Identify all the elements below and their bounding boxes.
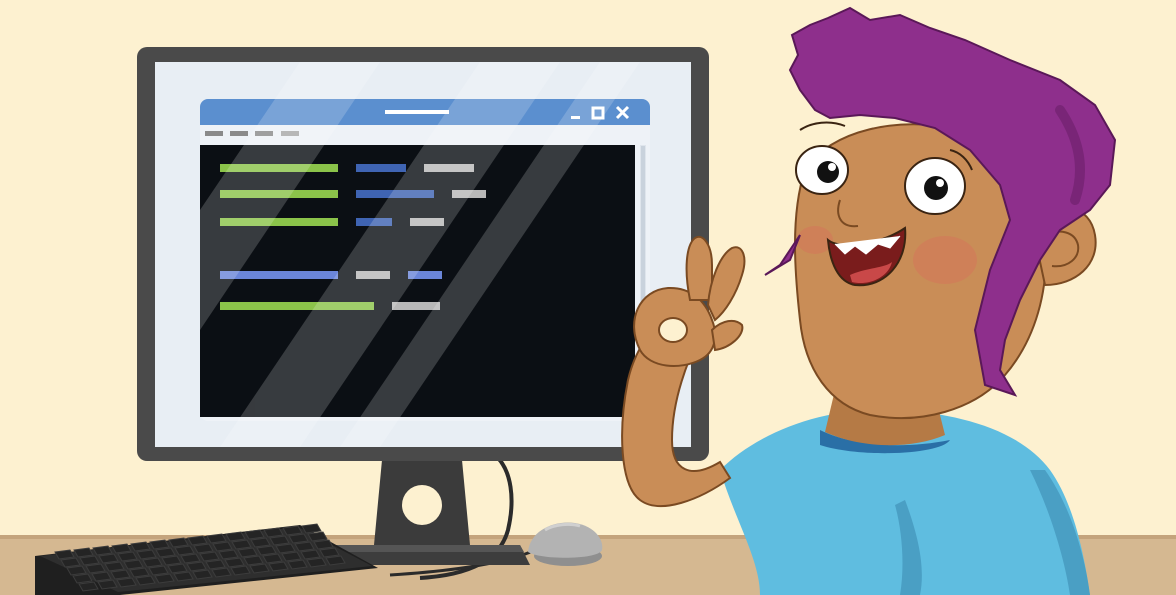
- keyboard-key: [306, 557, 327, 568]
- keyboard-key: [116, 577, 137, 588]
- keyboard-key: [300, 549, 321, 560]
- keyboard-key: [263, 527, 284, 538]
- keyboard-key: [269, 535, 290, 546]
- keyboard-key: [117, 551, 138, 562]
- keyboard-key: [301, 523, 322, 534]
- keyboard-key: [154, 573, 175, 584]
- menu-item[interactable]: [230, 131, 248, 136]
- keyboard-key: [192, 569, 213, 580]
- keyboard-key: [78, 581, 99, 592]
- keyboard-key: [72, 573, 93, 584]
- keyboard-key: [325, 555, 346, 566]
- keyboard-key: [243, 555, 264, 566]
- keyboard-key: [287, 559, 308, 570]
- keyboard-key: [54, 549, 75, 560]
- stand-hole: [402, 485, 442, 525]
- keyboard-key: [205, 559, 226, 570]
- keyboard-key: [199, 551, 220, 562]
- keyboard-key: [313, 539, 334, 550]
- keyboard-key: [110, 569, 131, 580]
- keyboard-key: [142, 557, 163, 568]
- keyboard-key: [319, 547, 340, 558]
- keyboard-key: [73, 547, 94, 558]
- keyboard-key: [167, 563, 188, 574]
- keyboard-key: [186, 561, 207, 572]
- keyboard-key: [231, 539, 252, 550]
- keyboard-key: [180, 553, 201, 564]
- keyboard-key: [66, 565, 87, 576]
- keyboard-key: [224, 557, 245, 568]
- keyboard-key: [155, 547, 176, 558]
- keyboard-key: [230, 565, 251, 576]
- keyboard-key: [282, 525, 303, 536]
- keyboard-key: [161, 555, 182, 566]
- keyboard-key: [275, 543, 296, 554]
- keyboard-key: [111, 543, 132, 554]
- window-title-bar-indicator: [385, 110, 449, 114]
- keyboard-key: [123, 559, 144, 570]
- keyboard-key: [262, 553, 283, 564]
- keyboard-key: [212, 541, 233, 552]
- keyboard-key: [104, 561, 125, 572]
- keyboard-key: [79, 555, 100, 566]
- keyboard-key: [237, 547, 258, 558]
- code-token: [356, 164, 406, 172]
- keyboard-key: [148, 565, 169, 576]
- illustration-canvas: [0, 0, 1176, 595]
- keyboard-key: [85, 563, 106, 574]
- keyboard-key: [97, 579, 118, 590]
- keyboard-key: [211, 567, 232, 578]
- keyboard-key: [307, 531, 328, 542]
- keyboard-key: [268, 561, 289, 572]
- keyboard-key: [168, 537, 189, 548]
- keyboard-key: [250, 537, 271, 548]
- keyboard-key: [136, 549, 157, 560]
- keyboard-key: [92, 545, 113, 556]
- keyboard-key: [244, 529, 265, 540]
- illustration-scene: [0, 0, 1176, 595]
- keyboard-key: [130, 541, 151, 552]
- keyboard-key: [256, 545, 277, 556]
- keyboard-key: [98, 553, 119, 564]
- keyboard-key: [206, 533, 227, 544]
- keyboard-key: [288, 533, 309, 544]
- keyboard-key: [149, 539, 170, 550]
- keyboard-key: [174, 545, 195, 556]
- keyboard-key: [60, 557, 81, 568]
- keyboard-key: [91, 571, 112, 582]
- keyboard-key: [218, 549, 239, 560]
- menu-item[interactable]: [205, 131, 223, 136]
- keyboard-key: [129, 567, 150, 578]
- keyboard-key: [173, 571, 194, 582]
- keyboard-key: [281, 551, 302, 562]
- keyboard-key: [135, 575, 156, 586]
- keyboard-key: [294, 541, 315, 552]
- keyboard-key: [187, 535, 208, 546]
- keyboard-key: [225, 531, 246, 542]
- keyboard-key: [249, 563, 270, 574]
- keyboard-key: [193, 543, 214, 554]
- code-token: [392, 302, 440, 310]
